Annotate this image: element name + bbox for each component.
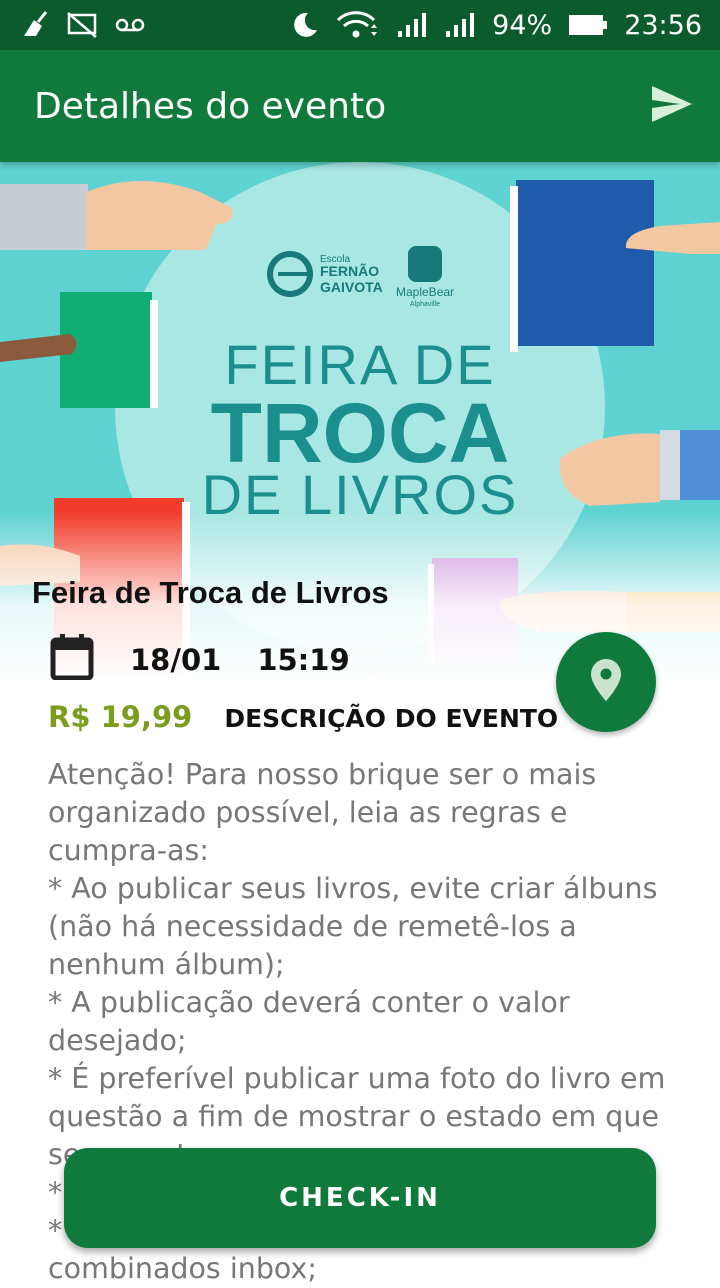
battery-percent: 94% [492, 9, 553, 41]
app-bar: Detalhes do evento [0, 50, 720, 162]
price-row: R$ 19,99 DESCRIÇÃO DO EVENTO [48, 700, 558, 734]
cleaner-icon [20, 10, 50, 40]
event-price: R$ 19,99 [48, 700, 193, 734]
screen-cast-off-icon [66, 11, 98, 39]
signal-icon [444, 11, 476, 39]
description-label: DESCRIÇÃO DO EVENTO [224, 704, 559, 733]
location-pin-icon [590, 658, 622, 706]
event-title: Feira de Troca de Livros [32, 575, 389, 610]
clock: 23:56 [624, 9, 702, 41]
status-bar: 94% 23:56 [0, 0, 720, 50]
brand-sub: Alphaville [410, 301, 440, 308]
date-time-row: 18/01 15:19 [50, 634, 350, 685]
moon-icon [290, 10, 320, 40]
voicemail-icon [114, 15, 146, 35]
wifi-icon [336, 10, 380, 40]
location-button[interactable] [556, 632, 656, 732]
school-name-line2: GAIVOTA [320, 279, 383, 295]
event-date: 18/01 [130, 642, 222, 677]
event-time: 15:19 [257, 642, 350, 677]
status-left [20, 10, 146, 40]
battery-icon [568, 13, 608, 37]
status-right: 94% 23:56 [290, 10, 702, 41]
brand-name: MapleBear [396, 285, 454, 299]
school-name-line1: FERNÃO [320, 262, 379, 279]
calendar-icon [50, 634, 94, 685]
checkin-button[interactable]: CHECK-IN [64, 1148, 656, 1248]
signal-icon [396, 11, 428, 39]
page-title: Detalhes do evento [34, 85, 387, 127]
send-icon[interactable] [650, 84, 694, 129]
